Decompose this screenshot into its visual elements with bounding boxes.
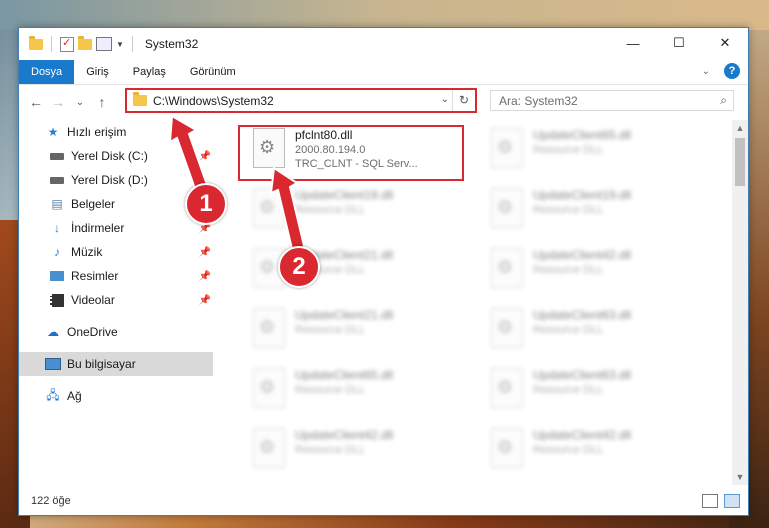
- annotation-arrows: [168, 114, 307, 255]
- step-badge-1: 1: [185, 183, 227, 225]
- step-badge-2: 2: [278, 246, 320, 288]
- arrow-2: [269, 166, 307, 255]
